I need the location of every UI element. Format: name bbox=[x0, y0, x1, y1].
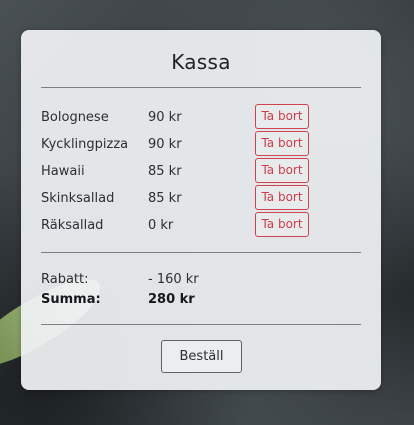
discount-label: Rabatt: bbox=[41, 272, 89, 287]
discount-row: Rabatt: - 160 kr bbox=[41, 272, 361, 292]
checkout-card: Kassa Bolognese 90 kr Ta bort Kycklingpi… bbox=[21, 30, 381, 390]
item-name: Bolognese bbox=[41, 110, 109, 125]
cart-item: Skinksallad 85 kr Ta bort bbox=[41, 185, 361, 212]
item-price: 90 kr bbox=[148, 110, 182, 125]
cart-item: Räksallad 0 kr Ta bort bbox=[41, 212, 361, 239]
item-name: Räksallad bbox=[41, 218, 104, 233]
total-row: Summa: 280 kr bbox=[41, 292, 361, 312]
remove-button[interactable]: Ta bort bbox=[255, 104, 309, 129]
item-price: 85 kr bbox=[148, 191, 182, 206]
page-title: Kassa bbox=[171, 50, 231, 74]
item-price: 90 kr bbox=[148, 137, 182, 152]
cart-item: Hawaii 85 kr Ta bort bbox=[41, 158, 361, 185]
cart-item: Kycklingpizza 90 kr Ta bort bbox=[41, 131, 361, 158]
item-name: Kycklingpizza bbox=[41, 137, 129, 152]
remove-button[interactable]: Ta bort bbox=[255, 131, 309, 156]
order-button[interactable]: Beställ bbox=[161, 340, 242, 373]
remove-button[interactable]: Ta bort bbox=[255, 158, 309, 183]
total-value: 280 kr bbox=[148, 292, 195, 307]
divider-bottom bbox=[41, 324, 361, 325]
divider-top bbox=[41, 87, 361, 88]
remove-button[interactable]: Ta bort bbox=[255, 212, 309, 237]
divider-middle bbox=[41, 252, 361, 253]
remove-button[interactable]: Ta bort bbox=[255, 185, 309, 210]
item-name: Skinksallad bbox=[41, 191, 115, 206]
item-name: Hawaii bbox=[41, 164, 85, 179]
cart-item: Bolognese 90 kr Ta bort bbox=[41, 104, 361, 131]
discount-value: - 160 kr bbox=[148, 272, 199, 287]
total-label: Summa: bbox=[41, 292, 101, 307]
item-price: 85 kr bbox=[148, 164, 182, 179]
item-price: 0 kr bbox=[148, 218, 174, 233]
